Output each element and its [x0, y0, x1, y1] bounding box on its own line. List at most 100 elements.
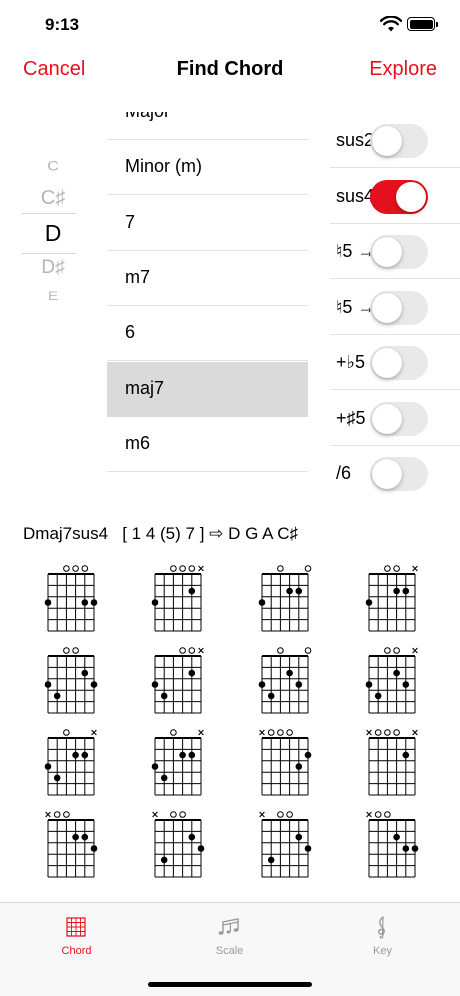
open-string-marker: [384, 647, 391, 654]
open-string-marker: [277, 565, 284, 572]
chord-type-list[interactable]: Major Minor (m) 7 m7 6 maj7 m6: [107, 112, 308, 498]
root-option-selected[interactable]: D: [22, 220, 84, 247]
music-notes-icon: [218, 918, 239, 935]
chord-diagram[interactable]: [44, 646, 102, 718]
chord-diagram[interactable]: [44, 728, 102, 800]
modifier-row: +♭5: [330, 334, 460, 390]
chord-diagram[interactable]: [366, 810, 423, 882]
toggle-knob: [372, 237, 402, 267]
open-string-marker: [304, 565, 312, 572]
chord-name: Dmaj7sus4: [23, 524, 109, 543]
chord-diagram[interactable]: [366, 728, 423, 800]
muted-string-marker: [412, 729, 418, 736]
chord-type-row[interactable]: 7: [107, 196, 308, 251]
chord-diagram[interactable]: [45, 810, 102, 882]
modifier-toggle[interactable]: [370, 179, 428, 214]
modifier-toggle[interactable]: [370, 124, 428, 158]
finger-dot: [188, 833, 196, 841]
chord-type-row[interactable]: Major: [107, 112, 308, 140]
chord-notes: D G A C♯: [228, 524, 299, 543]
toggle-knob: [372, 126, 402, 156]
chord-diagram[interactable]: [365, 564, 423, 636]
finger-dot: [286, 587, 293, 595]
modifier-toggle[interactable]: [370, 290, 428, 325]
finger-dot: [160, 774, 168, 782]
modifier-toggle[interactable]: [370, 346, 428, 380]
explore-button[interactable]: Explore: [369, 58, 437, 81]
modifier-row: ♮5 →: [330, 279, 460, 335]
chord-type-row[interactable]: Minor (m): [107, 140, 308, 195]
finger-dot: [304, 751, 312, 759]
chord-type-row[interactable]: m6: [107, 417, 308, 472]
muted-string-marker: [259, 811, 265, 818]
finger-dot: [295, 763, 303, 770]
chord-diagram[interactable]: [259, 728, 316, 800]
open-string-marker: [179, 811, 186, 818]
muted-string-marker: [45, 811, 51, 818]
finger-dot: [160, 692, 168, 700]
chord-diagram[interactable]: [44, 564, 102, 636]
arrow-icon: ⇨: [209, 524, 224, 543]
chord-diagram[interactable]: [365, 646, 423, 718]
open-string-marker: [286, 811, 293, 818]
tab-key[interactable]: Key: [306, 903, 459, 973]
root-option[interactable]: D♯: [22, 257, 84, 279]
root-note-picker[interactable]: C C♯ D D♯ E: [0, 140, 106, 340]
finger-dot: [44, 599, 52, 606]
finger-dot: [72, 751, 79, 759]
muted-string-marker: [152, 811, 158, 818]
modifier-label: sus4: [336, 185, 375, 206]
nav-bar: Cancel Find Chord Explore: [0, 48, 460, 92]
chord-diagram[interactable]: [151, 564, 209, 636]
finger-dot: [197, 845, 205, 852]
root-option[interactable]: E: [22, 290, 84, 304]
toggle-knob: [372, 348, 402, 378]
modifier-row: sus4: [330, 168, 460, 224]
chord-diagram[interactable]: [151, 728, 209, 800]
chord-diagram[interactable]: [258, 564, 316, 636]
finger-dot: [81, 669, 89, 677]
chord-type-row[interactable]: m7: [107, 251, 308, 306]
open-string-marker: [393, 729, 400, 736]
chord-diagram[interactable]: [152, 810, 209, 882]
finger-dot: [402, 587, 410, 595]
finger-dot: [160, 856, 168, 864]
modifier-label: sus2: [336, 130, 375, 150]
chord-type-row-selected[interactable]: maj7: [107, 362, 308, 417]
modifier-toggle[interactable]: [370, 401, 428, 436]
root-option[interactable]: C: [22, 159, 84, 174]
tab-scale[interactable]: Scale: [153, 903, 306, 973]
chord-type-row[interactable]: 6: [107, 306, 308, 361]
finger-dot: [402, 751, 410, 759]
treble-clef-icon: [378, 916, 385, 939]
open-string-marker: [188, 647, 196, 654]
modifier-toggle[interactable]: [370, 457, 428, 491]
open-string-marker: [277, 811, 284, 818]
open-string-marker: [277, 647, 284, 654]
modifier-row: sus2: [330, 112, 460, 168]
open-string-marker: [72, 647, 79, 654]
toggle-knob: [396, 181, 426, 212]
tab-chord[interactable]: Chord: [0, 903, 153, 973]
open-string-marker: [393, 565, 400, 572]
muted-string-marker: [366, 811, 372, 818]
open-string-marker: [277, 729, 284, 736]
modifier-label: +♭5: [336, 352, 366, 372]
modifier-row: /6: [330, 445, 460, 501]
chord-diagram[interactable]: [259, 810, 316, 882]
open-string-marker: [63, 811, 70, 818]
open-string-marker: [170, 811, 177, 818]
modifier-toggle[interactable]: [370, 235, 428, 269]
chord-result: Dmaj7sus4 [ 1 4 (5) 7 ] ⇨ D G A C♯: [23, 524, 298, 544]
chord-grid-icon: [66, 917, 86, 937]
finger-dot: [411, 845, 419, 852]
finger-dot: [44, 763, 52, 770]
finger-dot: [365, 681, 373, 688]
open-string-marker: [63, 565, 70, 572]
chord-diagram[interactable]: [151, 646, 209, 718]
finger-dot: [267, 692, 275, 700]
root-option[interactable]: C♯: [22, 187, 84, 210]
open-string-marker: [304, 647, 312, 654]
finger-dot: [295, 681, 303, 688]
chord-diagram[interactable]: [258, 646, 316, 718]
